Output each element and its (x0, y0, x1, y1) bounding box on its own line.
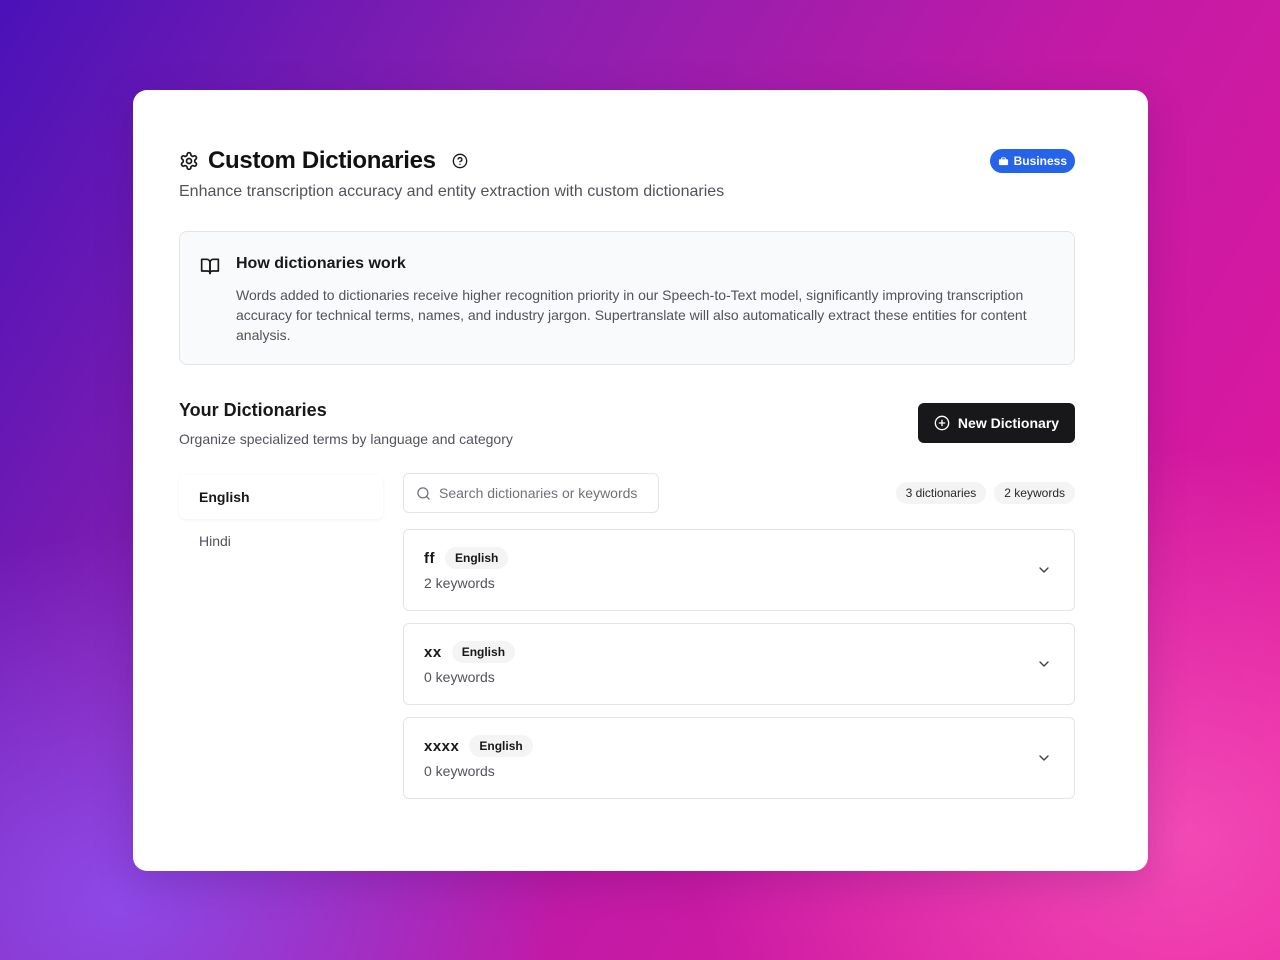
dictionary-name: xx (424, 643, 442, 661)
plus-circle-icon (934, 415, 950, 431)
briefcase-icon (998, 156, 1009, 167)
chevron-down-icon[interactable] (1036, 750, 1052, 766)
settings-card: Custom Dictionaries Business Enhance tra… (133, 90, 1148, 871)
section-subtitle: Organize specialized terms by language a… (179, 431, 513, 447)
keyword-count: 0 keywords (424, 763, 495, 779)
help-icon[interactable] (452, 153, 468, 169)
tab-label: English (199, 489, 250, 505)
tab-hindi[interactable]: Hindi (179, 519, 383, 563)
info-body: Words added to dictionaries receive high… (236, 287, 1027, 343)
keyword-count: 0 keywords (424, 669, 495, 685)
dictionary-name: xxxx (424, 737, 460, 755)
search-input[interactable] (439, 485, 644, 501)
plan-badge: Business (989, 149, 1075, 173)
search-icon (416, 486, 431, 501)
chevron-down-icon[interactable] (1036, 562, 1052, 578)
chevron-down-icon[interactable] (1036, 656, 1052, 672)
dictionary-name: ff (424, 549, 435, 567)
info-title: How dictionaries work (236, 255, 406, 272)
plan-badge-label: Business (1013, 154, 1067, 168)
new-dictionary-label: New Dictionary (957, 415, 1060, 431)
language-tag: English (451, 641, 516, 663)
language-tag: English (469, 735, 533, 757)
new-dictionary-button[interactable]: New Dictionary (918, 403, 1075, 443)
search-box (403, 473, 659, 513)
gear-icon (179, 151, 199, 171)
info-panel: How dictionaries work Words added to dic… (179, 231, 1075, 365)
dictionary-count-badge: 3 dictionaries (895, 482, 987, 504)
language-tag: English (445, 547, 509, 569)
section-title: Your Dictionaries (179, 400, 327, 420)
tab-english[interactable]: English (179, 475, 383, 519)
page-title: Custom Dictionaries (208, 147, 436, 174)
keyword-count-badge: 2 keywords (994, 482, 1075, 504)
keyword-count: 2 keywords (424, 575, 495, 591)
dictionary-item[interactable]: xxxx English 0 keywords (403, 717, 1075, 799)
dictionary-item[interactable]: ff English 2 keywords (403, 529, 1075, 611)
count-badges: 3 dictionaries 2 keywords (895, 482, 1075, 504)
page-subtitle: Enhance transcription accuracy and entit… (179, 183, 725, 200)
page-header: Custom Dictionaries Business (179, 146, 1075, 176)
tab-label: Hindi (199, 533, 231, 549)
book-open-icon (200, 256, 220, 276)
dictionary-item[interactable]: xx English 0 keywords (403, 623, 1075, 705)
